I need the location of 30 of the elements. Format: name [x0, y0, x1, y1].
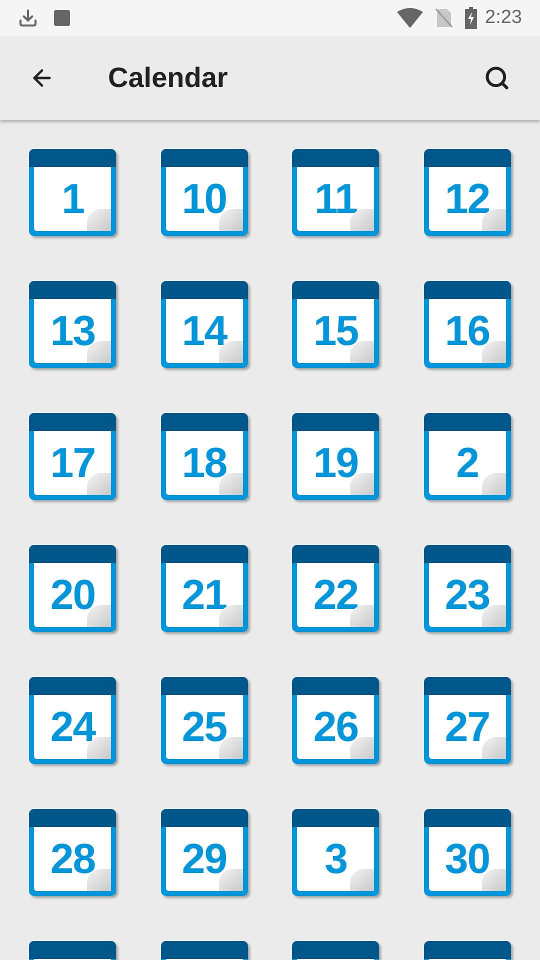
calendar-date-icon[interactable]: 26: [292, 677, 380, 764]
calendar-date-icon[interactable]: 16: [424, 281, 511, 368]
calendar-date-icon[interactable]: 20: [29, 545, 116, 632]
wifi-icon: [397, 8, 424, 28]
battery-charging-icon: [465, 7, 478, 29]
calendar-date-icon[interactable]: 2: [424, 413, 511, 500]
calendar-date-icon[interactable]: 15: [292, 281, 380, 368]
calendar-date-icon[interactable]: 11: [292, 149, 380, 236]
calendar-date-icon[interactable]: 10: [160, 149, 248, 236]
calendar-date-icon[interactable]: 14: [160, 281, 248, 368]
app-bar-title: Calendar: [108, 61, 228, 95]
calendar-date-icon[interactable]: 29: [160, 809, 248, 896]
calendar-date-icon[interactable]: 23: [424, 545, 511, 632]
no-sim-icon: [435, 8, 454, 28]
download-icon: [18, 8, 38, 28]
calendar-date-icon[interactable]: 1: [29, 149, 116, 236]
calendar-date-icon[interactable]: 13: [29, 281, 116, 368]
calendar-date-icon[interactable]: 18: [160, 413, 248, 500]
calendar-date-icon[interactable]: 28: [29, 809, 116, 896]
calendar-date-icon[interactable]: 21: [160, 545, 248, 632]
calendar-date-icon[interactable]: 24: [29, 677, 116, 764]
calendar-date-icon[interactable]: 19: [292, 413, 380, 500]
calendar-date-icon[interactable]: 22: [292, 545, 380, 632]
status-time: 2:23: [485, 6, 522, 30]
calendar-date-icon[interactable]: 3: [292, 809, 380, 896]
calendar-date-icon[interactable]: 30: [424, 809, 511, 896]
calendar-date-icon[interactable]: 12: [424, 149, 511, 236]
calendar-date-icon[interactable]: 17: [29, 413, 116, 500]
calendar-date-icon[interactable]: 25: [160, 677, 248, 764]
calendar-date-icon[interactable]: 27: [424, 677, 511, 764]
